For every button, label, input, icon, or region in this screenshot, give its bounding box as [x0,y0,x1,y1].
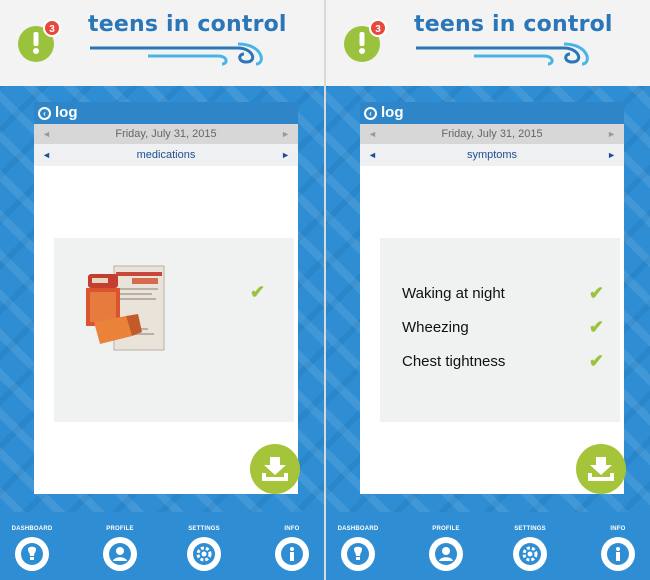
save-button[interactable] [576,444,626,494]
log-panel: ‹ log ◄ Friday, July 31, 2015 ► ◄ sympto… [360,102,626,494]
save-button[interactable] [250,444,300,494]
nav-label: DASHBOARD [11,526,53,532]
notification-count: 3 [375,24,381,35]
nav-dashboard[interactable]: DASHBOARD [2,526,62,571]
info-icon [601,537,635,571]
log-header[interactable]: ‹ log [360,102,624,124]
person-icon [429,537,463,571]
symptom-check-icon[interactable]: ✔ [589,317,604,338]
prev-date-arrow-icon[interactable]: ◄ [42,129,51,139]
symptom-label: Wheezing [402,318,469,336]
category-selector: ◄ symptoms ► [360,144,624,166]
log-header[interactable]: ‹ log [34,102,298,124]
log-title: log [381,104,404,121]
symptom-label: Chest tightness [402,352,506,370]
gear-icon [187,537,221,571]
app-logo-text: teens in control [88,12,287,37]
date-label: Friday, July 31, 2015 [441,128,543,140]
bottom-nav: DASHBOARD PROFILE SETTINGS INFO [0,512,324,580]
category-selector: ◄ medications ► [34,144,298,166]
symptoms-card: Waking at night ✔ Wheezing ✔ Chest tight… [380,238,620,422]
lightbulb-icon [15,537,49,571]
content-background: ‹ log ◄ Friday, July 31, 2015 ► ◄ medica… [0,86,324,512]
nav-label: PROFILE [106,526,134,532]
info-icon [275,537,309,571]
log-title: log [55,104,78,121]
symptom-item[interactable]: Waking at night ✔ [402,276,612,310]
nav-dashboard[interactable]: DASHBOARD [328,526,388,571]
symptom-item[interactable]: Wheezing ✔ [402,310,612,344]
next-date-arrow-icon[interactable]: ► [281,129,290,139]
bottom-nav: DASHBOARD PROFILE SETTINGS INFO [326,512,650,580]
symptom-check-icon[interactable]: ✔ [589,351,604,372]
nav-label: SETTINGS [188,526,220,532]
nav-info[interactable]: INFO [262,526,322,571]
date-selector: ◄ Friday, July 31, 2015 ► [34,124,298,144]
next-category-arrow-icon[interactable]: ► [281,150,290,160]
back-icon[interactable]: ‹ [364,106,377,120]
medication-card: ✔ [54,238,294,422]
download-tray-icon [588,457,614,481]
prev-date-arrow-icon[interactable]: ◄ [368,129,377,139]
download-tray-icon [262,457,288,481]
nav-settings[interactable]: SETTINGS [500,526,560,571]
log-panel: ‹ log ◄ Friday, July 31, 2015 ► ◄ medica… [34,102,300,494]
screen-symptoms: 3 teens in control ‹ log ◄ Friday, July … [326,0,650,580]
screen-medications: 3 teens in control ‹ log ◄ Friday, July … [0,0,324,580]
alert-icon[interactable]: 3 [14,18,62,66]
notification-count: 3 [49,24,55,35]
inhaler-with-box-icon[interactable] [80,264,166,354]
symptom-label: Waking at night [402,284,505,302]
date-selector: ◄ Friday, July 31, 2015 ► [360,124,624,144]
wind-swirl-icon [90,42,263,66]
prev-category-arrow-icon[interactable]: ◄ [42,150,51,160]
nav-profile[interactable]: PROFILE [416,526,476,571]
symptom-list: Waking at night ✔ Wheezing ✔ Chest tight… [402,276,612,378]
next-date-arrow-icon[interactable]: ► [607,129,616,139]
symptom-check-icon[interactable]: ✔ [589,283,604,304]
nav-settings[interactable]: SETTINGS [174,526,234,571]
content-background: ‹ log ◄ Friday, July 31, 2015 ► ◄ sympto… [326,86,650,512]
nav-label: PROFILE [432,526,460,532]
category-label: symptoms [466,149,518,161]
back-icon[interactable]: ‹ [38,106,51,120]
nav-profile[interactable]: PROFILE [90,526,150,571]
prev-category-arrow-icon[interactable]: ◄ [368,150,377,160]
app-header: 3 teens in control [0,0,324,86]
category-label: medications [136,149,196,161]
nav-label: INFO [284,526,300,532]
medication-check-icon[interactable]: ✔ [250,282,265,303]
symptom-item[interactable]: Chest tightness ✔ [402,344,612,378]
next-category-arrow-icon[interactable]: ► [607,150,616,160]
person-icon [103,537,137,571]
app-logo-text: teens in control [414,12,613,37]
nav-label: DASHBOARD [337,526,379,532]
gear-icon [513,537,547,571]
date-label: Friday, July 31, 2015 [115,128,217,140]
wind-swirl-icon [416,42,589,66]
alert-icon[interactable]: 3 [340,18,388,66]
nav-label: SETTINGS [514,526,546,532]
nav-label: INFO [610,526,626,532]
nav-info[interactable]: INFO [588,526,648,571]
lightbulb-icon [341,537,375,571]
app-header: 3 teens in control [326,0,650,86]
